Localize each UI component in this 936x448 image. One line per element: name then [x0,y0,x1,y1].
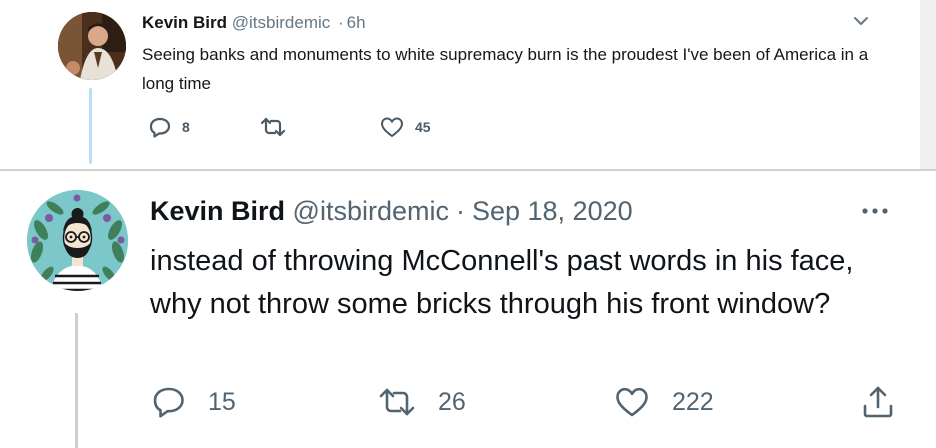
avatar[interactable] [27,190,128,291]
tweet-header: Kevin Bird @itsbirdemic · 6h [142,13,366,33]
tweet-text: Seeing banks and monuments to white supr… [142,45,869,93]
separator: · [455,196,465,226]
author-handle[interactable]: @itsbirdemic [293,196,449,226]
author-handle[interactable]: @itsbirdemic [232,13,331,32]
divider [0,169,936,171]
like-button[interactable]: 45 [379,116,431,138]
retweet-count: 26 [438,387,466,416]
reply-count: 8 [182,119,190,135]
chevron-down-icon[interactable] [850,10,872,32]
illustrated-avatar-icon [27,190,128,291]
thread-line [75,313,78,448]
timestamp[interactable]: Sep 18, 2020 [472,196,633,226]
retweet-icon [378,385,416,419]
window-edge [920,0,936,170]
retweet-icon [260,116,286,138]
retweet-button[interactable]: 26 [378,384,466,420]
like-count: 222 [672,387,714,416]
thread-line [89,88,92,164]
profile-photo-icon [58,12,126,80]
tweet-text: instead of throwing McConnell's past wor… [150,245,854,320]
author-name[interactable]: Kevin Bird [142,13,227,32]
tweet-header: Kevin Bird @itsbirdemic · Sep 18, 2020 [150,196,633,227]
avatar[interactable] [58,12,126,80]
timestamp[interactable]: 6h [347,13,366,32]
heart-icon [614,385,650,419]
more-icon[interactable] [860,203,890,219]
heart-icon [379,116,405,138]
separator: · [338,13,344,32]
reply-count: 15 [208,387,236,416]
like-button[interactable]: 222 [614,384,714,420]
author-name[interactable]: Kevin Bird [150,196,285,226]
share-icon[interactable] [860,384,896,420]
reply-icon [148,116,172,138]
tweet-top[interactable]: Kevin Bird @itsbirdemic · 6h Seeing banks… [0,0,920,170]
reply-button[interactable]: 15 [152,384,236,420]
retweet-button[interactable] [260,116,296,138]
like-count: 45 [415,119,431,135]
reply-icon [152,385,186,419]
reply-button[interactable]: 8 [148,116,190,138]
